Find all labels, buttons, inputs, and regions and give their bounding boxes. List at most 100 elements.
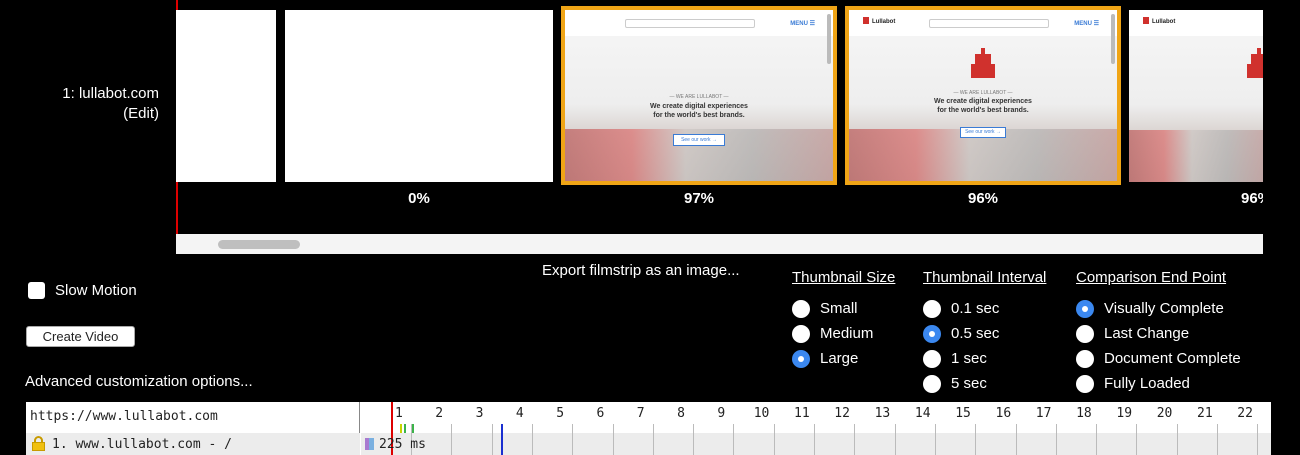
end-point-fully-loaded[interactable]: Fully Loaded: [1076, 371, 1241, 396]
timeline-tick-label: 1: [395, 406, 403, 421]
timeline-tick-label: 10: [753, 406, 770, 421]
advanced-options-link[interactable]: Advanced customization options...: [25, 373, 253, 390]
timeline-gridline: [652, 424, 654, 455]
timeline-gridline: [975, 424, 977, 455]
interval-0-1[interactable]: 0.1 sec: [923, 296, 1046, 321]
radio-icon[interactable]: [1076, 324, 1094, 343]
scrollbar-thumb[interactable]: [218, 240, 300, 249]
edit-link[interactable]: (Edit): [62, 104, 159, 124]
lullabot-logo: Lullabot: [1143, 17, 1175, 25]
radio-selected-icon[interactable]: [792, 349, 810, 368]
timeline-gridline: [934, 424, 936, 455]
timeline-gridline: [693, 424, 695, 455]
timeline-tick-label: 22: [1237, 406, 1253, 421]
radio-selected-icon[interactable]: [923, 324, 941, 343]
request-duration: 225 ms: [379, 437, 426, 452]
timeline-gridline: [451, 424, 453, 455]
thumbnail-hero: We create digital experiences for the wo…: [1249, 97, 1263, 115]
timeline-gridline: [1176, 424, 1178, 455]
timeline-tick-label: 18: [1076, 406, 1092, 421]
robot-icon: [1246, 48, 1263, 78]
radio-icon[interactable]: [792, 299, 810, 318]
timeline-gridline: [854, 424, 856, 455]
timeline-tick-label: 4: [515, 406, 524, 421]
thumbnail-hero-line2: for the world's best brands.: [1249, 106, 1263, 115]
thumbnail-hero-line2: for the world's best brands.: [937, 107, 1029, 114]
thumbnail-header: MENU ☰: [565, 10, 833, 36]
thumbnail-menu: MENU ☰: [1074, 21, 1099, 27]
radio-label: 0.1 sec: [951, 300, 1000, 317]
filmstrip-scrollbar[interactable]: [176, 234, 1263, 254]
frame-percent: 0%: [408, 190, 430, 207]
thumbnail-search-box: [929, 19, 1049, 28]
timeline-gridline: [773, 424, 775, 455]
radio-label: Small: [820, 300, 858, 317]
radio-icon[interactable]: [923, 299, 941, 318]
thumbnail-size-large[interactable]: Large: [792, 346, 895, 371]
render-marker: [400, 424, 402, 433]
radio-label: Document Complete: [1104, 350, 1241, 367]
timeline-tick-label: 15: [955, 406, 971, 421]
radio-icon[interactable]: [1076, 349, 1094, 368]
frame-percent: 96%: [967, 190, 999, 207]
thumbnail-size-small[interactable]: Small: [792, 296, 895, 321]
timeline-gridline: [894, 424, 896, 455]
timeline-tick-label: 19: [1116, 406, 1133, 421]
filmstrip-frame-0: [285, 10, 553, 182]
thumbnail-menu: MENU ☰: [790, 21, 815, 27]
timeline-gridline: [572, 424, 574, 455]
radio-label: 1 sec: [951, 350, 987, 367]
timeline-gridline: [1217, 424, 1218, 455]
thumbnail-hero-line2: for the world's best brands.: [653, 112, 745, 119]
thumbnail-hero: We create digital experiences for the wo…: [565, 102, 833, 120]
thumbnail-interval-heading: Thumbnail Interval: [923, 269, 1047, 286]
radio-icon[interactable]: [923, 349, 941, 368]
radio-label: 0.5 sec: [951, 325, 1000, 342]
timeline-gridline: [491, 424, 493, 455]
radio-icon[interactable]: [923, 374, 941, 393]
thumbnail-size-group: Thumbnail Size Small Medium Large: [792, 269, 895, 371]
radio-icon[interactable]: [1076, 374, 1094, 393]
thumbnail-size-medium[interactable]: Medium: [792, 321, 895, 346]
timeline-gridline: [1257, 424, 1259, 455]
interval-5[interactable]: 5 sec: [923, 371, 1046, 396]
site-name: 1: lullabot.com: [62, 85, 159, 102]
thumbnail-tagline: — WE ARE LULLABOT —: [669, 94, 729, 100]
timeline-gridline: [1096, 424, 1098, 455]
thumbnail-search-box: [625, 19, 755, 28]
radio-icon[interactable]: [792, 324, 810, 343]
create-video-button[interactable]: Create Video: [26, 326, 135, 347]
frame-percent: 96%: [1241, 190, 1263, 207]
timeline-tick-label: 14: [914, 406, 931, 421]
export-filmstrip-link[interactable]: Export filmstrip as an image...: [542, 262, 740, 279]
waterfall-chart: https://www.lullabot.com 1. www.lullabot…: [26, 402, 1271, 455]
waterfall-request-list: https://www.lullabot.com 1. www.lullabot…: [26, 402, 360, 455]
radio-selected-icon[interactable]: [1076, 299, 1094, 318]
thumbnail-size-heading: Thumbnail Size: [792, 269, 896, 286]
end-point-document-complete[interactable]: Document Complete: [1076, 346, 1241, 371]
timeline-tick-label: 12: [834, 406, 850, 421]
comparison-end-point-group: Comparison End Point Visually Complete L…: [1076, 269, 1241, 396]
interval-0-5[interactable]: 0.5 sec: [923, 321, 1046, 346]
site-label: 1: lullabot.com (Edit): [62, 84, 159, 124]
load-marker: [404, 424, 406, 433]
robot-icon: [970, 48, 996, 78]
end-point-last-change[interactable]: Last Change: [1076, 321, 1241, 346]
timeline-tick-label: 13: [874, 406, 891, 421]
frame-percent: 97%: [683, 190, 715, 207]
slow-motion-checkbox[interactable]: [28, 282, 45, 299]
radio-label: Visually Complete: [1104, 300, 1224, 317]
timeline-gridline: [733, 424, 735, 455]
timeline-tick-label: 7: [636, 406, 645, 421]
slow-motion-option[interactable]: Slow Motion: [28, 282, 137, 299]
timeline-tick-label: 8: [677, 406, 685, 421]
slow-motion-label: Slow Motion: [55, 282, 137, 299]
filmstrip-frame-blank: [176, 10, 276, 182]
comparison-end-point-heading: Comparison End Point: [1076, 269, 1227, 286]
waterfall-request-row[interactable]: 1. www.lullabot.com - /: [26, 433, 360, 455]
end-point-visually-complete[interactable]: Visually Complete: [1076, 296, 1241, 321]
interval-1[interactable]: 1 sec: [923, 346, 1046, 371]
radio-label: Last Change: [1104, 325, 1190, 342]
timeline-gridline: [1136, 424, 1138, 455]
request-label[interactable]: 1. www.lullabot.com - /: [52, 437, 232, 452]
